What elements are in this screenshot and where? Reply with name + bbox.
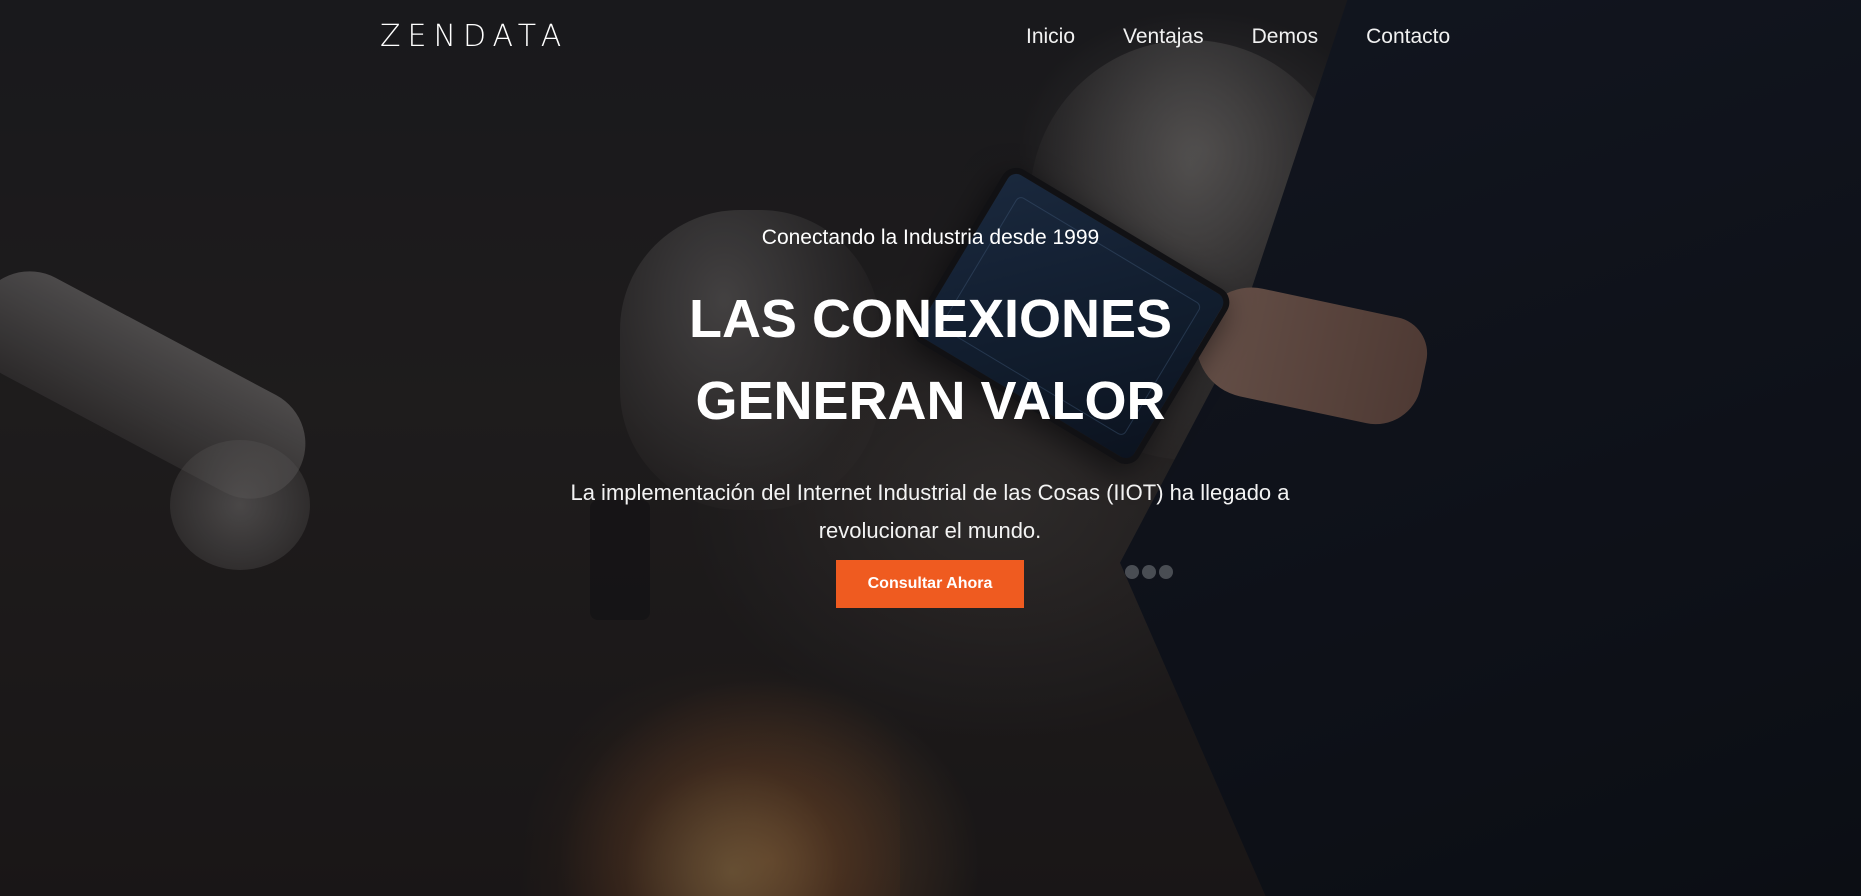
brand-logo[interactable]: ZENDATA — [380, 22, 568, 52]
hero-description: La implementación del Internet Industria… — [570, 480, 1290, 543]
hero-tagline: Conectando la Industria desde 1999 — [761, 226, 1100, 249]
hero-section: ZENDATA Inicio Ventajas Demos Contacto C… — [0, 0, 1861, 896]
dark-overlay — [0, 0, 1861, 896]
navbar: ZENDATA Inicio Ventajas Demos Contacto — [0, 0, 1861, 76]
nav-link-demos[interactable]: Demos — [1252, 24, 1319, 50]
headline-line-1: LAS CONEXIONES — [688, 289, 1173, 349]
nav-link-ventajas[interactable]: Ventajas — [1123, 24, 1204, 50]
nav-menu: Inicio Ventajas Demos Contacto — [1026, 24, 1450, 50]
hero-headline: LAS CONEXIONES GENERAN VALOR — [0, 278, 1861, 442]
nav-link-contacto[interactable]: Contacto — [1366, 24, 1450, 50]
nav-link-inicio[interactable]: Inicio — [1026, 24, 1075, 50]
headline-line-2: GENERAN VALOR — [695, 371, 1166, 431]
consultar-ahora-button[interactable]: Consultar Ahora — [836, 560, 1024, 608]
